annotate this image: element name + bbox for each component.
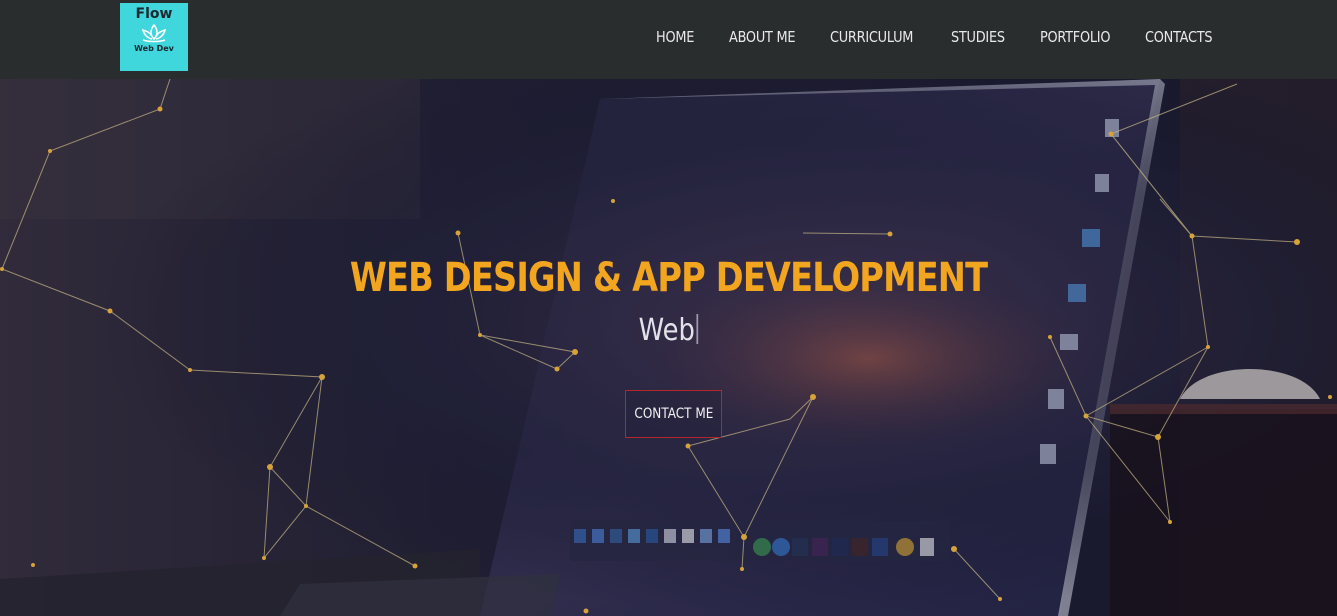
contact-me-button[interactable]: CONTACT ME	[625, 390, 722, 438]
contact-me-label: CONTACT ME	[634, 406, 713, 422]
nav-about-me[interactable]: ABOUT ME	[729, 28, 796, 46]
nav-curriculum[interactable]: CURRICULUM	[830, 28, 913, 46]
logo-subtitle: Web Dev	[134, 44, 174, 53]
logo-title: Flow	[135, 6, 173, 22]
site-logo[interactable]: Flow Web Dev	[120, 3, 188, 71]
nav-contacts[interactable]: CONTACTS	[1145, 28, 1213, 46]
hero-title: WEB DESIGN & APP DEVELOPMENT	[349, 255, 988, 301]
nav-home[interactable]: HOME	[656, 28, 694, 46]
typing-cursor	[696, 314, 699, 344]
hero-section: WEB DESIGN & APP DEVELOPMENT Web CONTACT…	[0, 79, 1337, 616]
lotus-icon	[141, 23, 167, 43]
typed-text: Web	[638, 313, 695, 348]
hero-typed-subtitle: Web	[94, 313, 1244, 348]
top-navbar: Flow Web Dev HOME ABOUT ME CURRICULUM ST…	[0, 0, 1337, 79]
nav-portfolio[interactable]: PORTFOLIO	[1040, 28, 1110, 46]
nav-studies[interactable]: STUDIES	[951, 28, 1005, 46]
